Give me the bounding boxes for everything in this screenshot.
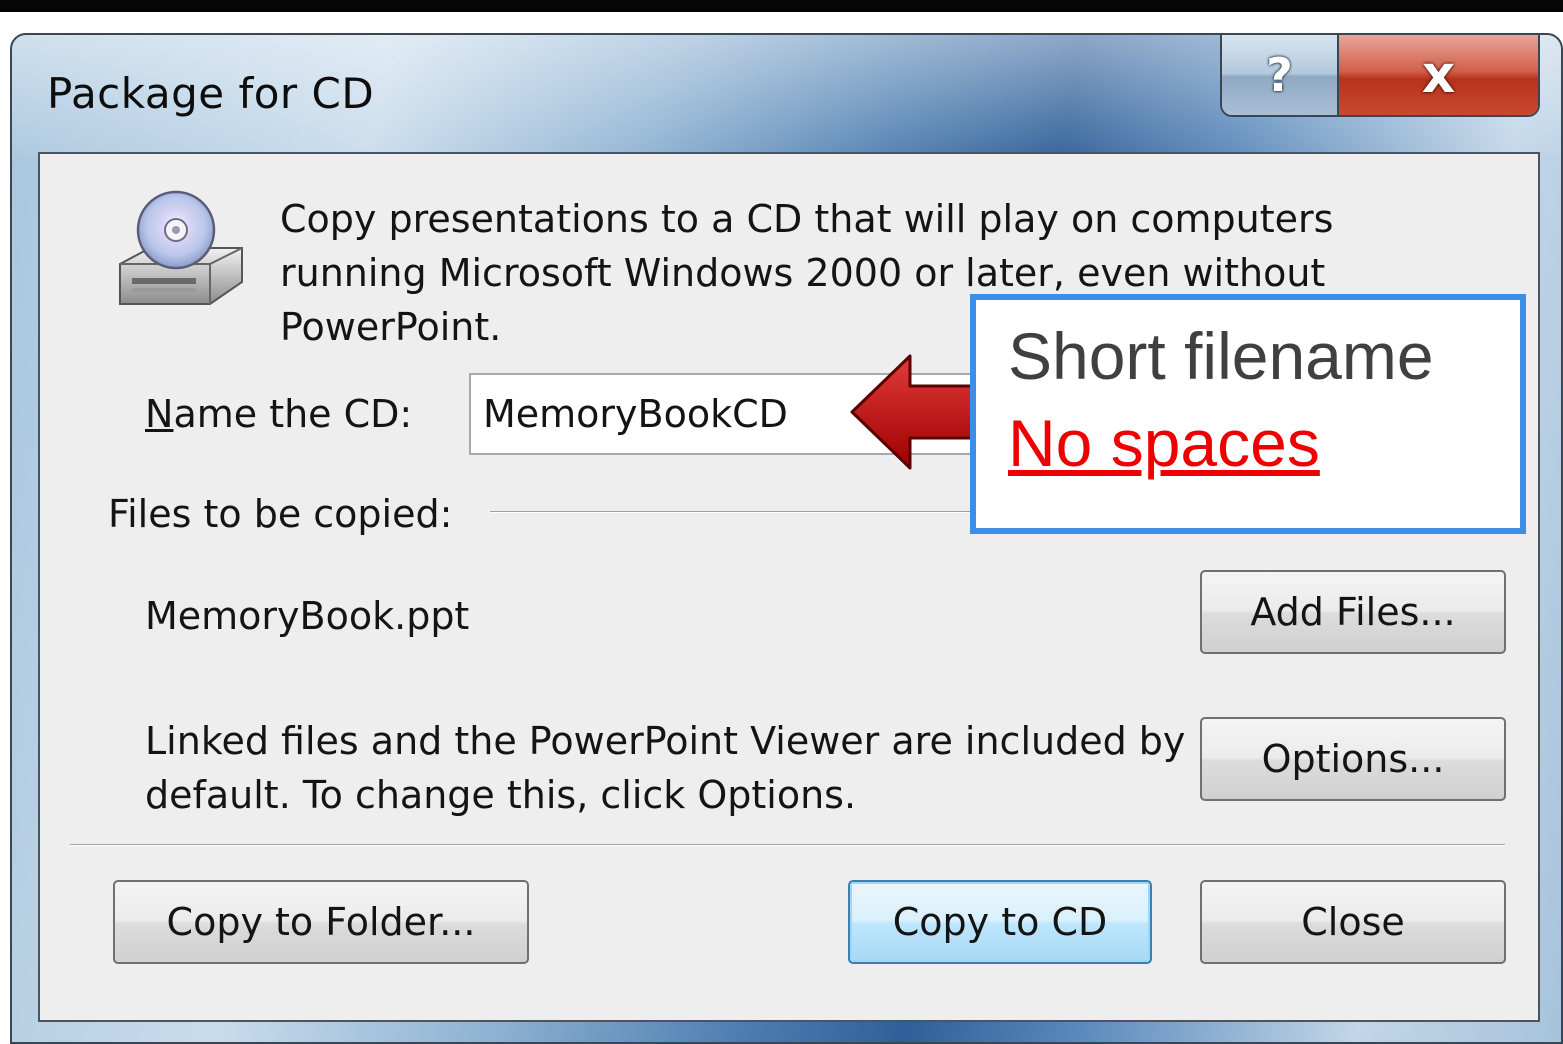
- close-label: Close: [1301, 900, 1405, 944]
- name-cd-label-text: ame the CD:: [173, 392, 413, 436]
- help-icon: ?: [1266, 48, 1293, 102]
- linked-files-note: Linked files and the PowerPoint Viewer a…: [145, 719, 1186, 817]
- options-label: Options...: [1261, 737, 1445, 781]
- help-button[interactable]: ?: [1222, 35, 1339, 115]
- top-rule: [0, 0, 1563, 12]
- copy-to-cd-label: Copy to CD: [892, 900, 1108, 944]
- window-title: Package for CD: [47, 69, 375, 118]
- copy-to-folder-label: Copy to Folder...: [166, 900, 476, 944]
- caption-buttons: ? x: [1220, 35, 1540, 117]
- package-for-cd-dialog: Package for CD ? x Copy presentations to…: [10, 33, 1563, 1044]
- annotation-callout: Short filename No spaces: [970, 294, 1526, 534]
- left-arrow-icon: [850, 354, 986, 470]
- add-files-label: Add Files...: [1250, 590, 1456, 634]
- copy-to-folder-button[interactable]: Copy to Folder...: [113, 880, 529, 964]
- close-button[interactable]: Close: [1200, 880, 1506, 964]
- dialog-body: Copy presentations to a CD that will pla…: [38, 152, 1540, 1022]
- name-cd-label: Name the CD:: [145, 392, 412, 436]
- add-files-button[interactable]: Add Files...: [1200, 570, 1506, 654]
- copy-to-cd-button[interactable]: Copy to CD: [848, 880, 1152, 964]
- callout-line-1: Short filename: [1008, 319, 1434, 393]
- file-list-item[interactable]: MemoryBook.ppt: [145, 594, 469, 638]
- close-window-button[interactable]: x: [1339, 35, 1538, 115]
- cd-drive-icon: [119, 190, 243, 305]
- options-button[interactable]: Options...: [1200, 717, 1506, 801]
- separator: [70, 844, 1505, 846]
- callout-line-2: No spaces: [1008, 406, 1320, 480]
- close-icon: x: [1421, 45, 1456, 105]
- name-cd-label-mnemonic: N: [145, 392, 174, 436]
- files-to-be-copied-label: Files to be copied:: [108, 492, 453, 536]
